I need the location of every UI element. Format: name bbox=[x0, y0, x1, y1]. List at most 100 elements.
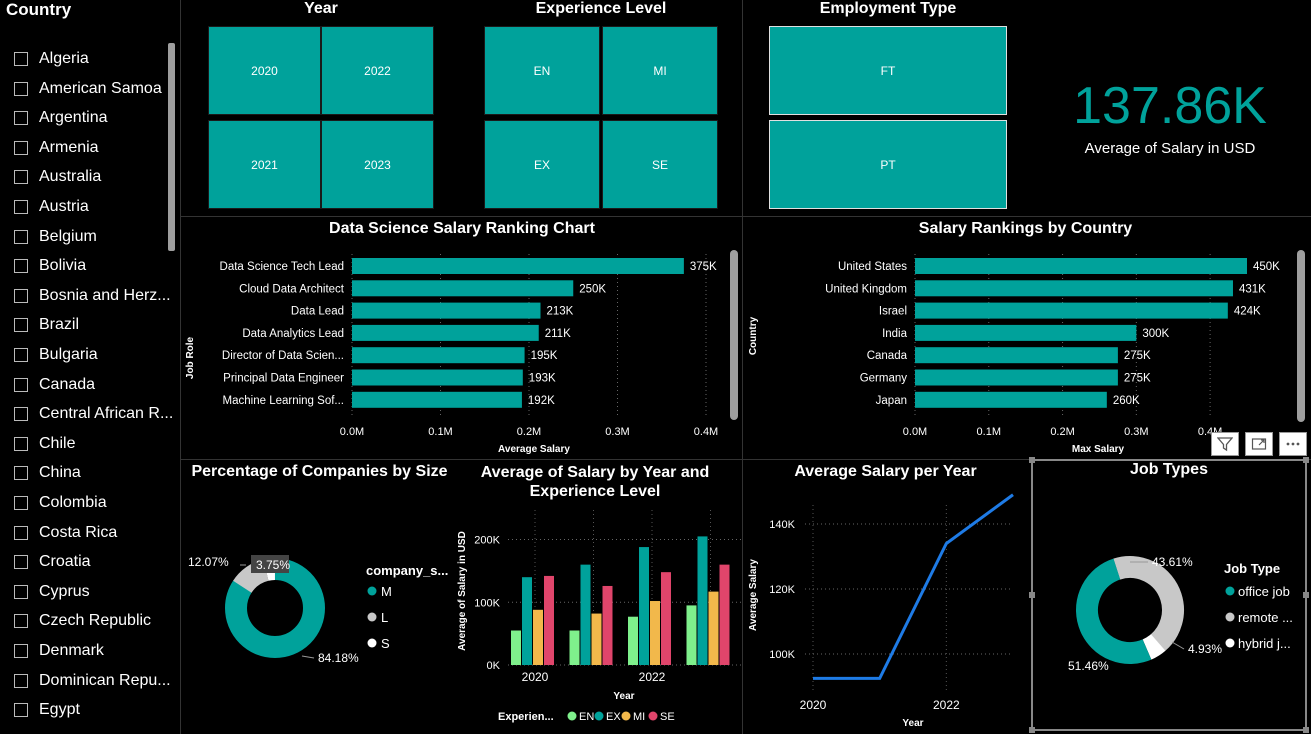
checkbox[interactable] bbox=[14, 348, 28, 362]
yearexp-legend-title: Experien... bbox=[498, 711, 554, 723]
kpi-label: Average of Salary in USD bbox=[1084, 140, 1256, 157]
checkbox[interactable] bbox=[14, 377, 28, 392]
country-option[interactable]: Costa Rica bbox=[14, 522, 117, 544]
checkbox[interactable] bbox=[14, 140, 28, 155]
experience-tile-mi[interactable]: MI bbox=[602, 26, 718, 115]
size-chart-title: Percentage of Companies by Size bbox=[191, 463, 448, 480]
data-label: 275K bbox=[1124, 350, 1151, 362]
year-tile-2020[interactable]: 2020 bbox=[208, 26, 321, 115]
bar bbox=[352, 391, 522, 408]
checkbox[interactable] bbox=[14, 200, 28, 214]
data-label: 275K bbox=[1124, 373, 1151, 385]
experience-tile-en[interactable]: EN bbox=[484, 26, 600, 115]
country-option[interactable]: Bulgaria bbox=[14, 344, 98, 366]
checkbox[interactable] bbox=[14, 466, 28, 481]
role-xticks: 0.0M 0.1M 0.2M 0.3M 0.4M bbox=[340, 426, 718, 438]
x-tick-label: 2022 bbox=[933, 698, 960, 712]
experience-tile-ex[interactable]: EX bbox=[484, 120, 600, 209]
focus-mode-icon[interactable] bbox=[1245, 432, 1273, 456]
country-bar-chart: Country United States 450K United Kingdom 4… bbox=[748, 254, 1280, 455]
country-option[interactable]: Cyprus bbox=[14, 581, 90, 603]
checkbox[interactable] bbox=[14, 614, 28, 629]
country-option[interactable]: Australia bbox=[14, 166, 101, 188]
country-label: Central African R... bbox=[39, 405, 174, 423]
checkbox[interactable] bbox=[14, 111, 28, 126]
bar bbox=[533, 609, 543, 665]
country-option[interactable]: Bolivia bbox=[14, 255, 86, 277]
category-label: United States bbox=[838, 261, 907, 273]
country-option[interactable]: Argentina bbox=[14, 107, 108, 129]
category-label: Data Lead bbox=[291, 306, 344, 318]
country-option[interactable]: Belgium bbox=[14, 226, 97, 248]
checkbox[interactable] bbox=[14, 555, 28, 570]
country-option[interactable]: Denmark bbox=[14, 640, 104, 662]
more-options-icon[interactable] bbox=[1279, 432, 1307, 456]
checkbox[interactable] bbox=[14, 170, 28, 185]
bar bbox=[544, 575, 554, 665]
country-option[interactable]: American Samoa bbox=[14, 78, 162, 100]
bar bbox=[686, 605, 697, 665]
checkbox[interactable] bbox=[14, 584, 28, 599]
x-tick-label: 0.1M bbox=[977, 426, 1001, 438]
filter-icon[interactable] bbox=[1211, 432, 1239, 456]
country-label: Colombia bbox=[39, 494, 107, 511]
country-option[interactable]: Central African R... bbox=[14, 403, 173, 425]
legend-swatch bbox=[621, 711, 631, 721]
checkbox[interactable] bbox=[14, 673, 28, 688]
country-option[interactable]: Canada bbox=[14, 374, 95, 396]
year-tile-2023[interactable]: 2023 bbox=[321, 120, 434, 209]
country-scrollbar[interactable] bbox=[168, 43, 175, 251]
checkbox[interactable] bbox=[14, 81, 28, 96]
country-option[interactable]: Colombia bbox=[14, 492, 107, 514]
country-option[interactable]: Croatia bbox=[14, 551, 91, 573]
avgyear-line bbox=[813, 493, 1014, 680]
country-option[interactable]: Egypt bbox=[14, 699, 80, 721]
checkbox[interactable] bbox=[14, 229, 28, 244]
employment-tile-ft[interactable]: FT bbox=[769, 26, 1007, 115]
checkbox[interactable] bbox=[14, 436, 28, 451]
country-option[interactable]: Armenia bbox=[14, 137, 99, 159]
data-label: 375K bbox=[690, 261, 717, 273]
data-label: 195K bbox=[531, 350, 558, 362]
bar bbox=[352, 280, 574, 297]
country-option[interactable]: Czech Republic bbox=[14, 610, 151, 632]
legend-label: L bbox=[381, 610, 388, 625]
country-chart-scrollbar[interactable] bbox=[1297, 250, 1305, 422]
bar bbox=[352, 369, 523, 386]
legend-label: M bbox=[381, 584, 392, 599]
bar bbox=[639, 547, 649, 665]
kpi-value: 137.86K bbox=[1073, 77, 1267, 135]
role-chart-scrollbar[interactable] bbox=[730, 250, 738, 420]
checkbox[interactable] bbox=[14, 259, 28, 274]
experience-tile-se[interactable]: SE bbox=[602, 120, 718, 209]
checkbox[interactable] bbox=[14, 52, 28, 66]
year-tile-2022[interactable]: 2022 bbox=[321, 26, 434, 115]
country-option[interactable]: Algeria bbox=[14, 48, 89, 70]
checkbox[interactable] bbox=[14, 318, 28, 333]
legend-label: SE bbox=[660, 711, 675, 723]
size-legend: MLS bbox=[367, 584, 392, 651]
size-legend-title: company_s... bbox=[366, 563, 448, 578]
checkbox[interactable] bbox=[14, 496, 28, 510]
country-option[interactable]: Brazil bbox=[14, 314, 79, 336]
bar bbox=[719, 564, 730, 665]
jobtype-legend: office job remote ... hybrid j... bbox=[1225, 584, 1293, 651]
country-xlabel: Max Salary bbox=[1072, 444, 1125, 455]
checkbox[interactable] bbox=[14, 703, 28, 718]
x-tick-label: 2020 bbox=[800, 698, 827, 712]
checkbox[interactable] bbox=[14, 288, 28, 303]
employment-tile-pt[interactable]: PT bbox=[769, 120, 1007, 209]
country-option[interactable]: Chile bbox=[14, 433, 75, 455]
x-tick-label: 2020 bbox=[522, 670, 549, 684]
checkbox[interactable] bbox=[14, 644, 28, 658]
checkbox[interactable] bbox=[14, 525, 28, 540]
country-option[interactable]: China bbox=[14, 462, 81, 484]
checkbox[interactable] bbox=[14, 407, 28, 422]
country-option[interactable]: Dominican Repu... bbox=[14, 670, 171, 692]
avgyear-xticks: 100K 120K 140K 2020 2022 bbox=[769, 519, 960, 712]
avgyear-xlabel: Year bbox=[902, 718, 923, 729]
country-option[interactable]: Bosnia and Herz... bbox=[14, 285, 171, 307]
bar bbox=[352, 302, 541, 319]
year-tile-2021[interactable]: 2021 bbox=[208, 120, 321, 209]
country-option[interactable]: Austria bbox=[14, 196, 89, 218]
